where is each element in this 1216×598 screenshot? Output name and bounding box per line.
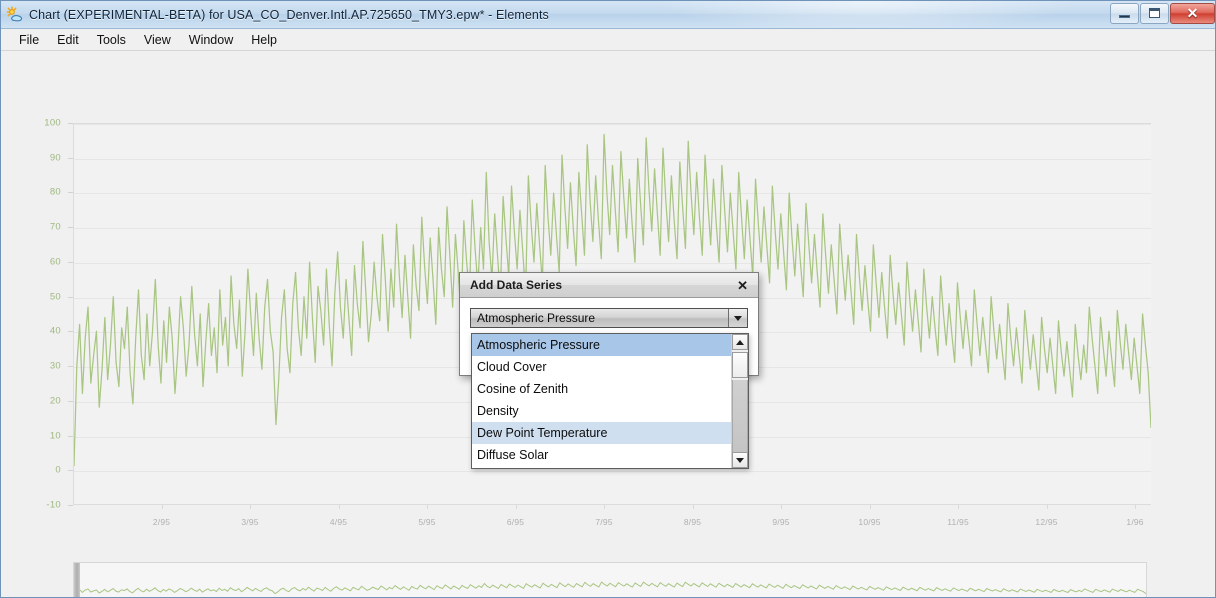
dialog-title: Add Data Series [470,278,563,292]
scroll-down-button[interactable] [732,452,748,468]
x-axis-tick-label: 5/95 [418,517,436,527]
scrollbar-lower-track[interactable] [732,380,748,452]
dialog-close-icon[interactable]: ✕ [735,279,750,292]
minimize-button[interactable] [1110,2,1139,24]
x-axis-tick-mark [338,505,340,509]
menu-bar: File Edit Tools View Window Help [1,29,1215,51]
dropdown-scrollbar[interactable] [731,334,748,468]
window-controls: ✕ [1109,2,1215,24]
y-axis-tick-label: 20 [49,395,61,407]
triangle-up-icon [736,339,744,345]
maximize-icon [1149,8,1160,18]
dropdown-option[interactable]: Cloud Cover [472,356,731,378]
y-axis-tick-label: 60 [49,256,61,268]
x-axis-tick-mark [604,505,606,509]
x-axis-tick-label: 12/95 [1035,517,1058,527]
y-axis-tick-label: 80 [49,186,61,198]
x-axis-tick-label: 2/95 [152,517,171,527]
navigator-handle-left[interactable] [74,563,80,597]
y-axis-tick-label: -10 [46,499,61,511]
x-axis-tick-mark [869,505,871,509]
x-axis-tick-label: 6/95 [506,517,525,527]
x-axis-tick-mark [692,505,694,509]
y-axis-tick-label: 10 [49,430,61,442]
scrollbar-thumb[interactable] [732,352,748,378]
close-icon: ✕ [1186,5,1199,21]
close-button[interactable]: ✕ [1170,2,1215,24]
weather-sun-icon [6,6,23,23]
x-axis-tick-label: 8/95 [683,517,702,527]
x-axis: 2/95 3/95 4/95 5/95 6/95 7/95 8/95 9/95 10/95 11/… [73,505,1151,535]
x-axis-tick-label: 10/95 [858,517,881,527]
title-bar[interactable]: Chart (EXPERIMENTAL-BETA) for USA_CO_Den… [1,1,1215,29]
y-axis-tick-label: 90 [49,152,61,164]
x-axis-tick-label: 4/95 [329,517,348,527]
combobox-arrow-button[interactable] [728,309,747,327]
x-axis-tick-mark [958,505,960,509]
x-axis-tick-mark [1135,505,1137,509]
x-axis-tick-mark [515,505,517,509]
navigator-handle-right[interactable] [1140,563,1146,597]
elements-chart-window: Chart (EXPERIMENTAL-BETA) for USA_CO_Den… [0,0,1216,598]
dropdown-option[interactable]: Atmospheric Pressure [472,334,731,356]
x-axis-tick-mark [161,505,163,509]
menu-item-edit[interactable]: Edit [48,31,88,49]
dropdown-options: Atmospheric Pressure Cloud Cover Cosine of… [472,334,731,468]
scroll-up-button[interactable] [732,334,748,350]
x-axis-tick-label: 9/95 [772,517,790,527]
dropdown-option[interactable]: Diffuse Solar [472,444,731,466]
chevron-down-icon [734,315,742,321]
data-series-dropdown-list[interactable]: Atmospheric Pressure Cloud Cover Cosine of… [471,333,749,469]
x-axis-tick-label: 3/95 [241,517,259,527]
dialog-body: Atmospheric Pressure [460,298,758,338]
x-axis-tick-mark [1046,505,1048,509]
window-title: Chart (EXPERIMENTAL-BETA) for USA_CO_Den… [29,7,549,22]
x-axis-tick-mark [250,505,251,509]
x-axis-tick-label: 7/95 [595,517,613,527]
menu-item-window[interactable]: Window [180,31,242,49]
y-axis-tick-label: 100 [44,117,61,129]
x-axis-tick-mark [781,505,783,509]
menu-item-file[interactable]: File [10,31,48,49]
minimize-icon [1119,15,1130,18]
y-axis-tick-label: 0 [55,464,61,476]
y-axis-tick-label: 30 [49,360,61,372]
menu-item-tools[interactable]: Tools [88,31,135,49]
y-axis-tick-label: 40 [49,325,61,337]
dropdown-option[interactable]: Cosine of Zenith [472,378,731,400]
menu-item-view[interactable]: View [135,31,180,49]
x-axis-tick-label: 11/95 [947,517,969,527]
x-axis-tick-mark [427,505,429,509]
x-axis-tick-label: 1/96 [1126,517,1144,527]
dialog-title-bar[interactable]: Add Data Series ✕ [460,273,758,298]
data-series-combobox[interactable]: Atmospheric Pressure [470,308,748,328]
navigator-preview-line [74,563,1146,598]
combobox-value: Atmospheric Pressure [477,311,596,325]
y-axis-tick-label: 50 [49,291,61,303]
dropdown-option[interactable]: Density [472,400,731,422]
range-navigator[interactable] [73,562,1147,598]
triangle-down-icon [736,457,744,463]
menu-item-help[interactable]: Help [242,31,286,49]
maximize-button[interactable] [1140,2,1169,24]
y-axis-tick-label: 70 [49,221,61,233]
dropdown-option[interactable]: Dew Point Temperature [472,422,731,444]
